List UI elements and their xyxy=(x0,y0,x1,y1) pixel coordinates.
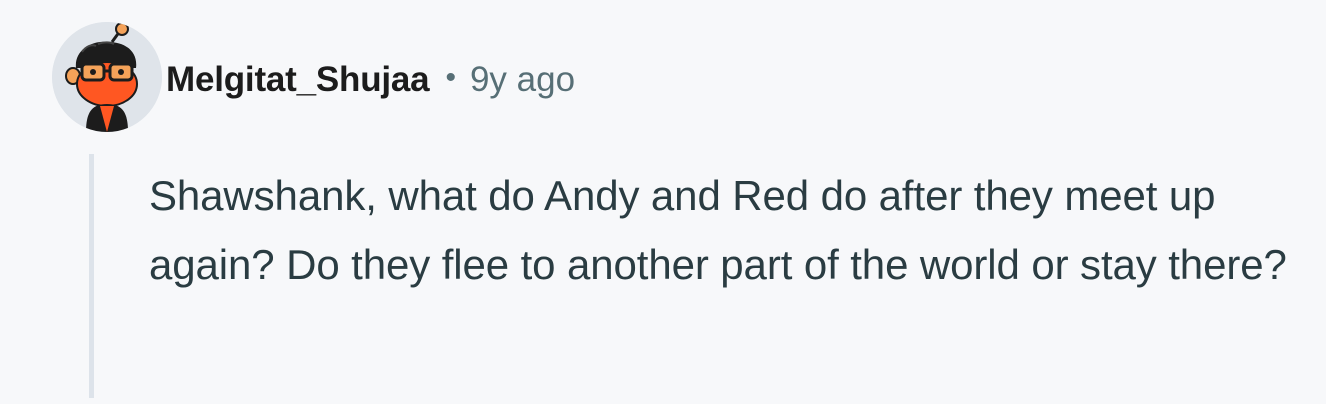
thread-line[interactable] xyxy=(89,154,94,398)
comment-body: Shawshank, what do Andy and Red do after… xyxy=(149,172,1287,288)
user-avatar[interactable] xyxy=(52,22,162,132)
comment-timestamp[interactable]: 9y ago xyxy=(470,60,575,100)
snoo-avatar-icon xyxy=(52,22,162,132)
author-username[interactable]: Melgitat_Shujaa xyxy=(166,60,430,100)
comment-meta: Melgitat_Shujaa • 9y ago xyxy=(166,56,575,104)
meta-separator: • xyxy=(445,61,456,94)
comment: Melgitat_Shujaa • 9y ago Shawshank, what… xyxy=(0,0,1326,404)
